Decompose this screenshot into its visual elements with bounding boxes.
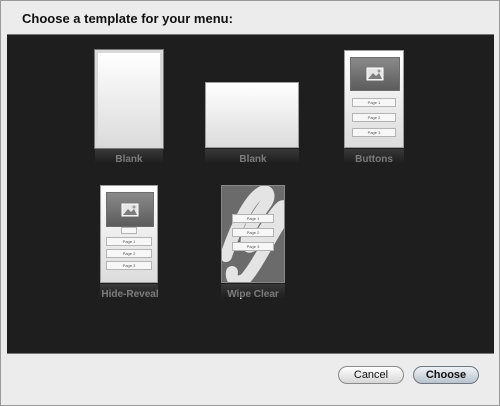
template-thumbnail[interactable]: Page 1 Page 2 Page 3 bbox=[344, 50, 404, 148]
dialog-prompt: Choose a template for your menu: bbox=[22, 11, 233, 26]
template-thumbnail[interactable]: Page 1 Page 2 Page 3 bbox=[221, 185, 285, 283]
reveal-handle bbox=[121, 227, 137, 234]
template-dialog: Choose a template for your menu: Blank B… bbox=[0, 0, 500, 406]
thumbnail-reflection bbox=[95, 149, 163, 163]
thumbnail-reflection bbox=[100, 284, 158, 298]
thumbnail-reflection bbox=[205, 149, 299, 163]
page-button: Page 2 bbox=[106, 249, 152, 258]
template-thumbnail[interactable] bbox=[205, 82, 299, 148]
picture-icon bbox=[121, 203, 139, 216]
page-button: Page 1 bbox=[352, 98, 396, 107]
page-button: Page 3 bbox=[106, 261, 152, 270]
template-thumbnail[interactable]: Page 1 Page 2 Page 3 bbox=[100, 185, 158, 283]
picture-placeholder bbox=[106, 192, 154, 227]
page-button: Page 3 bbox=[232, 242, 274, 251]
page-button: Page 2 bbox=[232, 228, 274, 237]
page-button: Page 2 bbox=[352, 113, 396, 122]
choose-button[interactable]: Choose bbox=[413, 366, 479, 384]
cancel-button[interactable]: Cancel bbox=[338, 366, 404, 384]
template-thumbnail[interactable] bbox=[95, 50, 163, 148]
page-button: Page 1 bbox=[232, 214, 274, 223]
thumbnail-reflection bbox=[221, 284, 285, 298]
template-chooser: Blank Blank Page 1 Page 2 Page 3 bbox=[7, 34, 494, 354]
thumbnail-reflection bbox=[344, 149, 404, 163]
picture-placeholder bbox=[350, 57, 400, 91]
page-button: Page 1 bbox=[106, 237, 152, 246]
page-button: Page 3 bbox=[352, 128, 396, 137]
picture-icon bbox=[366, 67, 384, 81]
